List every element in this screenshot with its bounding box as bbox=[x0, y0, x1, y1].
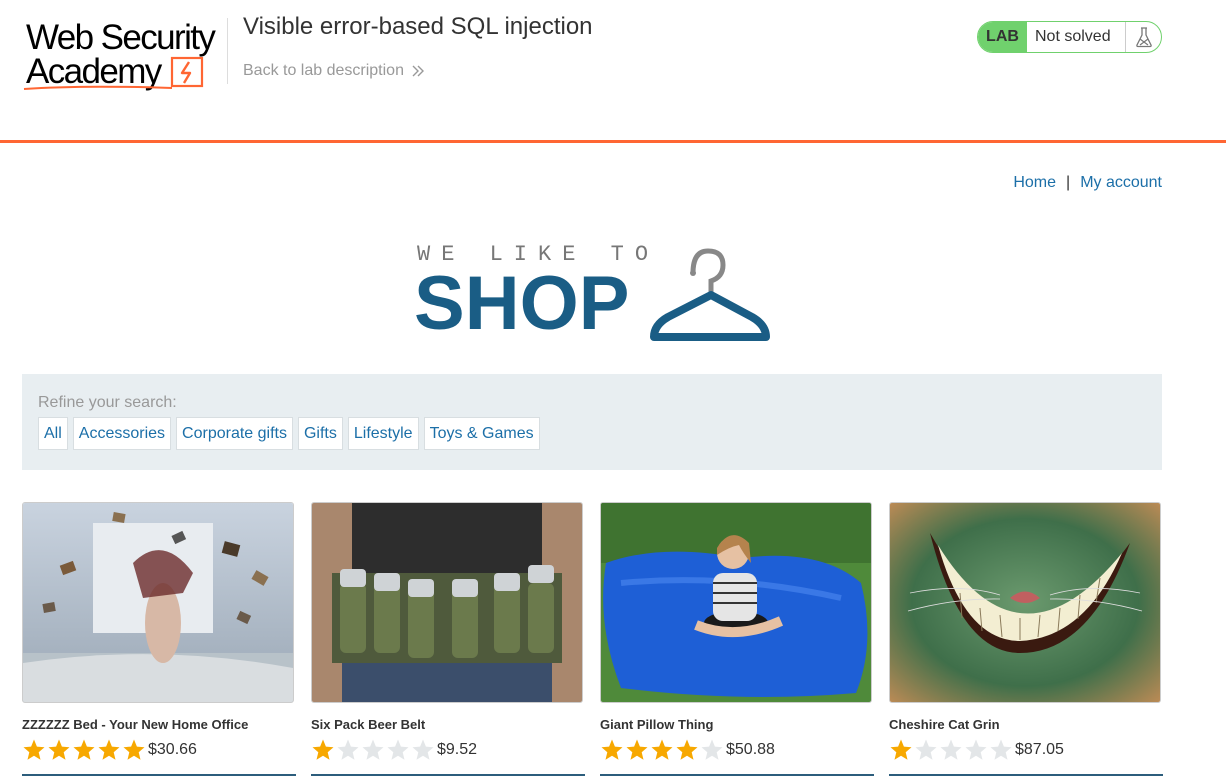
lab-status-badge: LAB Not solved bbox=[977, 21, 1162, 53]
shop-banner: WE LIKE TO SHOP bbox=[414, 240, 774, 344]
star-filled-icon bbox=[601, 739, 623, 760]
product-price: $87.05 bbox=[1015, 741, 1064, 758]
product-price: $9.52 bbox=[437, 741, 478, 758]
product-divider bbox=[311, 774, 585, 776]
star-empty-icon bbox=[990, 739, 1012, 760]
star-empty-icon bbox=[915, 739, 937, 760]
back-link-label: Back to lab description bbox=[243, 62, 404, 79]
filter-panel: Refine your search: All Accessories Corp… bbox=[22, 374, 1162, 470]
header-divider bbox=[227, 18, 228, 84]
star-rating bbox=[311, 738, 435, 762]
product-name[interactable]: Cheshire Cat Grin bbox=[889, 717, 1000, 732]
nav-separator: | bbox=[1066, 174, 1071, 191]
product-image-beer-belt[interactable] bbox=[311, 502, 583, 703]
category-accessories[interactable]: Accessories bbox=[72, 417, 172, 450]
product-image-giant-pillow[interactable] bbox=[600, 502, 872, 703]
product-price: $50.88 bbox=[726, 741, 775, 758]
flask-icon bbox=[1125, 22, 1161, 52]
star-filled-icon bbox=[626, 739, 648, 760]
category-lifestyle[interactable]: Lifestyle bbox=[347, 417, 419, 450]
top-nav: Home | My account bbox=[1013, 174, 1162, 192]
product-divider bbox=[600, 774, 874, 776]
product-divider bbox=[22, 774, 296, 776]
category-gifts[interactable]: Gifts bbox=[297, 417, 343, 450]
star-empty-icon bbox=[337, 739, 359, 760]
product-price: $30.66 bbox=[148, 741, 197, 758]
star-empty-icon bbox=[701, 739, 723, 760]
hanger-icon bbox=[650, 248, 770, 341]
banner-big-text: SHOP bbox=[414, 261, 630, 346]
web-security-academy-logo[interactable]: Web Security Academy bbox=[22, 18, 228, 96]
lab-title: Visible error-based SQL injection bbox=[243, 13, 593, 40]
product-name[interactable]: Giant Pillow Thing bbox=[600, 717, 713, 732]
star-filled-icon bbox=[98, 739, 120, 760]
star-empty-icon bbox=[965, 739, 987, 760]
star-empty-icon bbox=[940, 739, 962, 760]
logo-bolt-icon bbox=[170, 56, 204, 88]
star-filled-icon bbox=[676, 739, 698, 760]
product-rating: $30.66 bbox=[22, 738, 197, 762]
star-rating bbox=[600, 738, 724, 762]
product-rating: $9.52 bbox=[311, 738, 477, 762]
star-filled-icon bbox=[123, 739, 145, 760]
star-filled-icon bbox=[312, 739, 334, 760]
category-corporate-gifts[interactable]: Corporate gifts bbox=[176, 417, 293, 450]
star-empty-icon bbox=[412, 739, 434, 760]
star-filled-icon bbox=[48, 739, 70, 760]
star-filled-icon bbox=[23, 739, 45, 760]
nav-my-account-link[interactable]: My account bbox=[1080, 174, 1162, 192]
product-rating: $87.05 bbox=[889, 738, 1064, 762]
product-image-cheshire-cat-grin[interactable] bbox=[889, 502, 1161, 703]
logo-underline-icon bbox=[23, 85, 173, 90]
product-rating: $50.88 bbox=[600, 738, 775, 762]
double-chevron-right-icon bbox=[412, 65, 424, 77]
filter-label: Refine your search: bbox=[38, 394, 177, 411]
product-name[interactable]: Six Pack Beer Belt bbox=[311, 717, 425, 732]
star-rating bbox=[22, 738, 146, 762]
lab-tag: LAB bbox=[978, 22, 1027, 52]
product-name[interactable]: ZZZZZZ Bed - Your New Home Office bbox=[22, 717, 248, 732]
logo-line1: Web Security bbox=[26, 18, 216, 57]
lab-status-text: Not solved bbox=[1035, 28, 1111, 45]
nav-home-link[interactable]: Home bbox=[1013, 174, 1056, 192]
product-image-bed[interactable] bbox=[22, 502, 294, 703]
category-toys-games[interactable]: Toys & Games bbox=[423, 417, 540, 450]
star-filled-icon bbox=[73, 739, 95, 760]
product-divider bbox=[889, 774, 1163, 776]
star-empty-icon bbox=[362, 739, 384, 760]
star-filled-icon bbox=[890, 739, 912, 760]
category-all[interactable]: All bbox=[38, 417, 68, 450]
star-filled-icon bbox=[651, 739, 673, 760]
back-to-lab-description-link[interactable]: Back to lab description bbox=[243, 62, 425, 80]
star-rating bbox=[889, 738, 1013, 762]
star-empty-icon bbox=[387, 739, 409, 760]
lab-header: Web Security Academy Visible error-based… bbox=[0, 0, 1226, 143]
filter-categories: All Accessories Corporate gifts Gifts Li… bbox=[38, 417, 540, 450]
